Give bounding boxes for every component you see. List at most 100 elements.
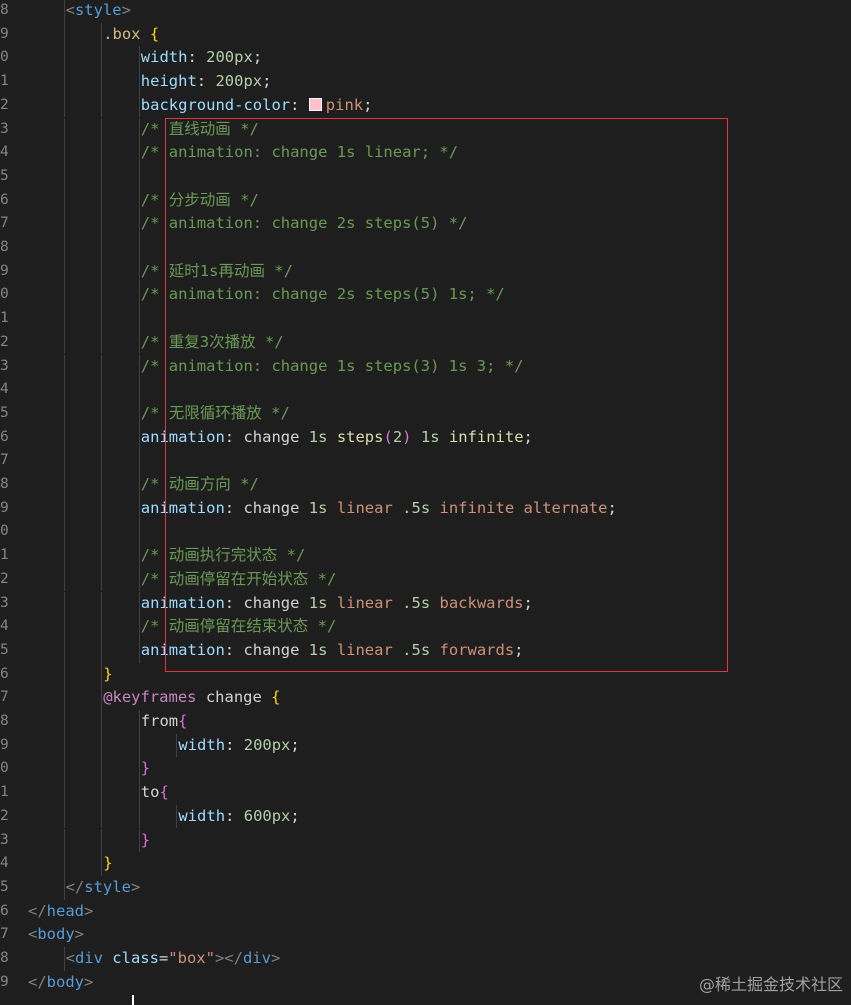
code-token: { xyxy=(159,783,169,802)
code-token: { xyxy=(271,688,281,707)
code-line[interactable]: 4 xyxy=(0,378,851,402)
line-number: 3 xyxy=(0,594,9,611)
code-line[interactable]: 0} xyxy=(0,757,851,782)
code-line[interactable]: 4 /* 动画停留在结束状态 */ xyxy=(0,615,851,639)
line-number: 7 xyxy=(0,215,9,232)
code-line[interactable]: 9 width: 200px; xyxy=(0,733,851,758)
indent-guide xyxy=(101,330,103,355)
code-line[interactable]: 3 /* animation: change 1s steps(3) 1s 3; … xyxy=(0,354,851,379)
code-token: ; xyxy=(607,498,617,517)
indent-guide xyxy=(138,591,140,616)
code-line[interactable]: 2 /* 动画停留在开始状态 */ xyxy=(0,567,851,592)
indent-guide xyxy=(63,283,65,308)
code-token: /* 分步动画 */ xyxy=(140,190,259,209)
code-line[interactable]: 6} xyxy=(0,662,851,687)
code-token: change xyxy=(196,688,272,707)
code-line[interactable]: 3 animation: change 1s linear .5s backwar… xyxy=(0,591,851,616)
code-token: pink xyxy=(325,95,364,114)
code-token: .5s xyxy=(402,498,431,517)
code-text: } xyxy=(103,663,112,687)
code-text: </body> xyxy=(28,971,93,995)
code-line[interactable]: 9 .box { xyxy=(0,22,851,47)
code-text: from{ xyxy=(141,710,188,734)
code-line[interactable]: 8 <div class="box"></div> xyxy=(0,947,851,971)
indent-guide xyxy=(101,804,103,829)
code-token: 200px xyxy=(206,48,253,67)
line-number: 6 xyxy=(0,902,9,919)
code-line[interactable]: 7 @keyframes change { xyxy=(0,686,851,710)
code-token: /* 重复3次播放 */ xyxy=(140,332,284,351)
code-token: > xyxy=(270,949,281,967)
indent-guide xyxy=(63,496,65,521)
code-text: /* 延时1s再动画 */ xyxy=(141,260,293,284)
line-number: 7 xyxy=(0,926,9,943)
code-line[interactable]: 0 /* animation: change 2s steps(5) 1s; */ xyxy=(0,283,851,308)
indent-guide xyxy=(63,164,65,189)
indent-guide xyxy=(63,947,65,971)
code-token: { xyxy=(149,24,160,43)
indent-guide xyxy=(138,638,140,663)
code-line[interactable]: 0 width: 200px; xyxy=(0,46,851,71)
code-line[interactable]: 7 /* animation: change 2s steps(5) */ xyxy=(0,212,851,236)
code-token: /* 动画停留在结束状态 */ xyxy=(140,617,337,636)
code-line[interactable]: 5 /* 无限循环播放 */ xyxy=(0,401,851,426)
code-line[interactable]: 6 </head> xyxy=(0,900,851,924)
code-line[interactable]: 0 xyxy=(0,520,851,545)
code-line[interactable]: 1 xyxy=(0,307,851,331)
line-number: 8 xyxy=(0,239,9,255)
code-token: < xyxy=(65,1,75,19)
line-number: 9 xyxy=(0,25,9,42)
code-line[interactable]: 4 /* animation: change 1s linear; */ xyxy=(0,141,851,165)
indent-guide xyxy=(138,710,140,734)
line-number: 5 xyxy=(0,641,9,658)
line-number: 9 xyxy=(0,973,9,990)
color-swatch-icon[interactable] xyxy=(308,97,322,111)
code-line[interactable]: 3} xyxy=(0,828,851,853)
indent-guide xyxy=(101,236,103,260)
code-line[interactable]: 2 /* 重复3次播放 */ xyxy=(0,330,851,355)
code-line[interactable]: 3 /* 直线动画 */ xyxy=(0,117,851,142)
code-text: /* 动画停留在结束状态 */ xyxy=(141,615,337,639)
indent-guide xyxy=(101,46,103,71)
code-line[interactable]: 5 xyxy=(0,164,851,189)
code-line[interactable]: 2 width: 600px; xyxy=(0,804,851,829)
code-text: to{ xyxy=(141,781,169,805)
code-line[interactable]: 8 <style> xyxy=(0,0,851,23)
code-line[interactable]: 6 /* 分步动画 */ xyxy=(0,188,851,213)
code-line[interactable]: 5 animation: change 1s linear .5s forward… xyxy=(0,638,851,663)
code-editor[interactable]: 8 <style> 9 .box {0 width: 200px; 1 height: 20… xyxy=(0,0,851,1003)
code-line[interactable]: 9 /* 延时1s再动画 */ xyxy=(0,259,851,284)
line-number: 0 xyxy=(0,523,9,540)
code-line[interactable]: 7 xyxy=(0,449,851,473)
code-line[interactable]: 5 </style> xyxy=(0,875,851,900)
indent-guide xyxy=(63,354,65,379)
code-text: animation: change 1s linear .5s infinite… xyxy=(141,497,617,521)
code-text: </style> xyxy=(66,876,141,900)
code-line[interactable]: 1 height: 200px; xyxy=(0,70,851,94)
code-line[interactable]: 8 /* 动画方向 */ xyxy=(0,473,851,497)
indent-guide xyxy=(101,733,103,758)
line-number: 3 xyxy=(0,831,9,848)
indent-guide xyxy=(101,710,103,734)
code-text: /* 分步动画 */ xyxy=(141,189,259,213)
code-token: steps xyxy=(336,427,384,446)
code-line[interactable]: 9 animation: change 1s linear .5s infinit… xyxy=(0,496,851,521)
code-token: </ xyxy=(28,901,47,920)
indent-guide xyxy=(101,781,103,805)
code-line[interactable]: 8 xyxy=(0,236,851,260)
indent-guide xyxy=(101,425,103,450)
code-line[interactable]: 7 <body> xyxy=(0,923,851,947)
code-line[interactable]: 8 from{ xyxy=(0,710,851,734)
code-line[interactable]: 1 to{ xyxy=(0,781,851,805)
indent-guide xyxy=(138,828,140,853)
code-line[interactable]: 1 /* 动画执行完状态 */ xyxy=(0,544,851,568)
code-line[interactable]: 4} xyxy=(0,852,851,876)
code-line[interactable]: 2 background-color: pink; xyxy=(0,93,851,118)
code-token: = xyxy=(158,949,169,967)
code-text: /* animation: change 1s steps(3) 1s 3; *… xyxy=(141,355,524,379)
code-token: linear xyxy=(336,593,393,612)
indent-guide xyxy=(138,520,140,545)
code-line[interactable]: 6 animation: change 1s steps(2) 1s infini… xyxy=(0,425,851,450)
